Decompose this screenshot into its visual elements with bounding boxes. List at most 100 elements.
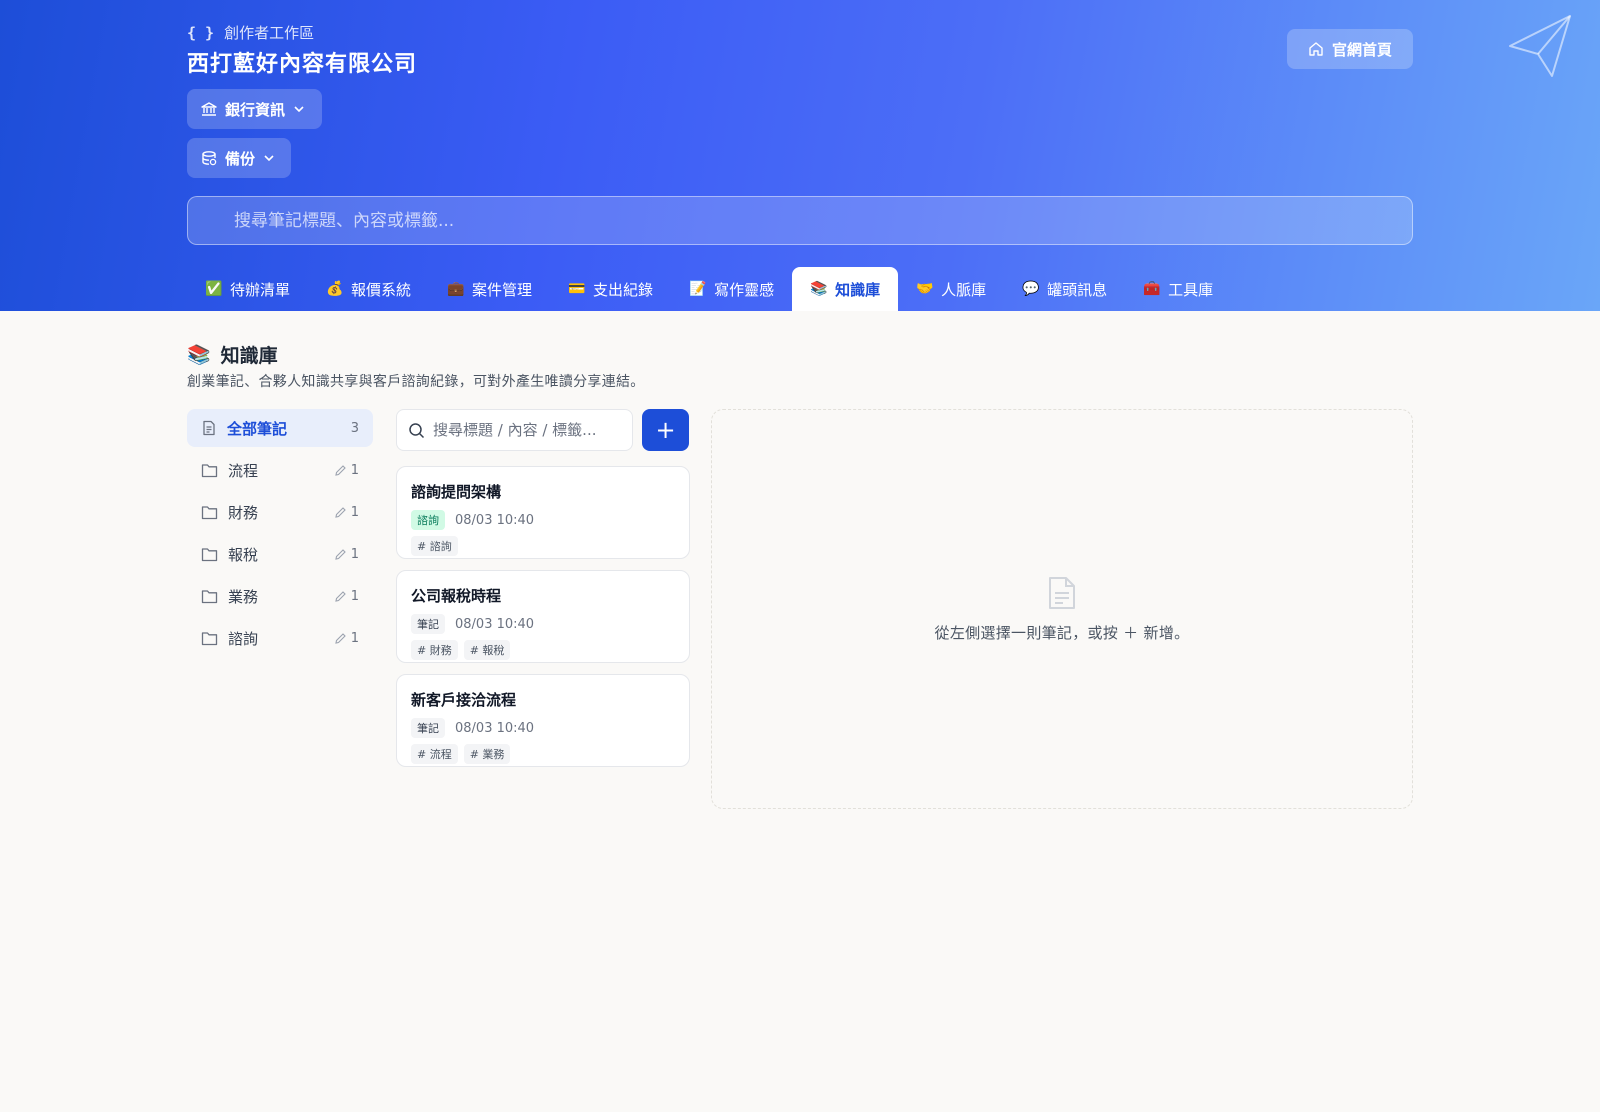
folder-icon <box>201 463 218 477</box>
folder-name: 全部筆記 <box>227 419 288 438</box>
note-tag: # 業務 <box>463 744 511 764</box>
search-icon <box>409 423 425 439</box>
folder-name: 報稅 <box>228 545 259 564</box>
note-cards: 諮詢提問架構 諮詢 08/03 10:40 # 諮詢 公司報稅時程 筆記 08/… <box>396 466 690 778</box>
empty-state-message: 從左側選擇一則筆記，或按 ＋ 新增。 <box>934 623 1190 642</box>
document-icon <box>1049 576 1075 609</box>
global-search-input[interactable] <box>234 210 1412 231</box>
global-search-bar <box>187 196 1413 245</box>
tab-canned-messages[interactable]: 💬 罐頭訊息 <box>1004 267 1125 311</box>
home-icon <box>1309 42 1323 56</box>
folder-count: 3 <box>350 420 359 436</box>
folder-icon <box>201 505 218 519</box>
folder-icon <box>201 631 218 645</box>
folder-name: 業務 <box>228 587 259 606</box>
note-card[interactable]: 諮詢提問架構 諮詢 08/03 10:40 # 諮詢 <box>396 466 690 559</box>
folder-item-all[interactable]: 全部筆記 3 <box>187 409 373 447</box>
check-icon: ✅ <box>205 281 223 297</box>
folder-count: 1 <box>350 630 359 646</box>
bank-icon <box>201 102 217 116</box>
note-type-badge: 筆記 <box>411 614 445 634</box>
tab-knowledge[interactable]: 📚 知識庫 <box>792 267 899 311</box>
books-icon: 📚 <box>810 281 828 297</box>
add-note-button[interactable]: + <box>642 409 689 451</box>
note-title: 公司報稅時程 <box>411 587 502 605</box>
books-icon: 📚 <box>187 344 211 366</box>
tab-tools[interactable]: 🧰 工具庫 <box>1125 267 1231 311</box>
folder-item-process[interactable]: 流程 1 <box>187 451 373 489</box>
note-tag: # 諮詢 <box>411 536 458 556</box>
note-time: 08/03 10:40 <box>455 512 535 528</box>
workspace-label-text: 創作者工作區 <box>224 24 315 42</box>
note-title: 諮詢提問架構 <box>411 483 502 501</box>
note-tag: # 報稅 <box>463 640 511 660</box>
tab-label: 寫作靈感 <box>714 280 775 299</box>
folder-count: 1 <box>350 588 359 604</box>
folder-item-business[interactable]: 業務 1 <box>187 577 373 615</box>
backup-label: 備份 <box>225 149 256 168</box>
folder-item-tax[interactable]: 報稅 1 <box>187 535 373 573</box>
website-home-button[interactable]: 官網首頁 <box>1287 29 1413 69</box>
tab-cases[interactable]: 💼 案件管理 <box>429 267 550 311</box>
tab-label: 支出紀錄 <box>593 280 654 299</box>
bank-info-button[interactable]: 銀行資訊 <box>187 89 322 129</box>
pencil-icon[interactable] <box>334 464 347 477</box>
tab-label: 知識庫 <box>835 280 881 299</box>
tab-label: 案件管理 <box>472 280 533 299</box>
note-tag: # 流程 <box>411 744 458 764</box>
bank-info-label: 銀行資訊 <box>225 100 286 119</box>
chevron-down-icon <box>294 106 304 113</box>
company-name: 西打藍好內容有限公司 <box>187 52 418 77</box>
toolbox-icon: 🧰 <box>1143 281 1161 297</box>
note-time: 08/03 10:40 <box>455 720 535 736</box>
note-title: 新客戶接洽流程 <box>411 691 517 709</box>
tab-label: 待辦清單 <box>230 280 291 299</box>
tab-label: 報價系統 <box>351 280 412 299</box>
website-home-label: 官網首頁 <box>1331 40 1392 59</box>
folder-name: 流程 <box>228 461 259 480</box>
note-card[interactable]: 公司報稅時程 筆記 08/03 10:40 # 財務 # 報稅 <box>396 570 690 663</box>
note-detail-empty-state: 從左側選擇一則筆記，或按 ＋ 新增。 <box>711 409 1413 809</box>
folder-count: 1 <box>350 546 359 562</box>
briefcase-icon: 💼 <box>447 281 465 297</box>
tab-writing[interactable]: 📝 寫作靈感 <box>671 267 792 311</box>
pencil-icon[interactable] <box>334 506 347 519</box>
memo-icon: 📝 <box>689 281 707 297</box>
pencil-icon[interactable] <box>334 632 347 645</box>
main-tabs: ✅ 待辦清單 💰 報價系統 💼 案件管理 💳 支出紀錄 📝 寫作靈感 📚 知識庫 🤝 人脈庫 … <box>187 267 1231 311</box>
note-time: 08/03 10:40 <box>455 616 535 632</box>
code-braces-icon: { } <box>187 23 215 42</box>
folder-count: 1 <box>350 504 359 520</box>
database-icon <box>202 151 217 166</box>
pencil-icon[interactable] <box>334 548 347 561</box>
folder-icon <box>201 547 218 561</box>
tab-todo[interactable]: ✅ 待辦清單 <box>187 267 308 311</box>
tab-label: 人脈庫 <box>941 280 987 299</box>
folder-item-finance[interactable]: 財務 1 <box>187 493 373 531</box>
tab-label: 工具庫 <box>1168 280 1214 299</box>
folder-item-consulting[interactable]: 諮詢 1 <box>187 619 373 657</box>
credit-card-icon: 💳 <box>568 281 586 297</box>
folder-count: 1 <box>350 462 359 478</box>
page-title: 📚 知識庫 <box>187 341 278 368</box>
tab-quote[interactable]: 💰 報價系統 <box>308 267 429 311</box>
folder-icon <box>201 589 218 603</box>
note-type-badge: 諮詢 <box>411 510 445 530</box>
document-icon <box>203 420 215 436</box>
note-search-bar <box>396 409 633 451</box>
page-subtitle: 創業筆記、合夥人知識共享與客戶諮詢紀錄，可對外產生唯讀分享連結。 <box>187 374 645 390</box>
folder-name: 財務 <box>228 503 259 522</box>
backup-button[interactable]: 備份 <box>187 138 291 178</box>
tab-label: 罐頭訊息 <box>1047 280 1108 299</box>
pencil-icon[interactable] <box>334 590 347 603</box>
note-card[interactable]: 新客戶接洽流程 筆記 08/03 10:40 # 流程 # 業務 <box>396 674 690 767</box>
chevron-down-icon <box>264 155 274 162</box>
app-header: { } 創作者工作區 西打藍好內容有限公司 銀行資訊 備份 官網首頁 ✅ 待辦清單… <box>0 0 1600 311</box>
tab-contacts[interactable]: 🤝 人脈庫 <box>898 267 1004 311</box>
tab-expenses[interactable]: 💳 支出紀錄 <box>550 267 671 311</box>
page-title-text: 知識庫 <box>220 345 278 367</box>
speech-bubble-icon: 💬 <box>1022 281 1040 297</box>
workspace-label: { } 創作者工作區 <box>187 22 314 43</box>
handshake-icon: 🤝 <box>916 281 934 297</box>
note-search-input[interactable] <box>433 421 632 439</box>
